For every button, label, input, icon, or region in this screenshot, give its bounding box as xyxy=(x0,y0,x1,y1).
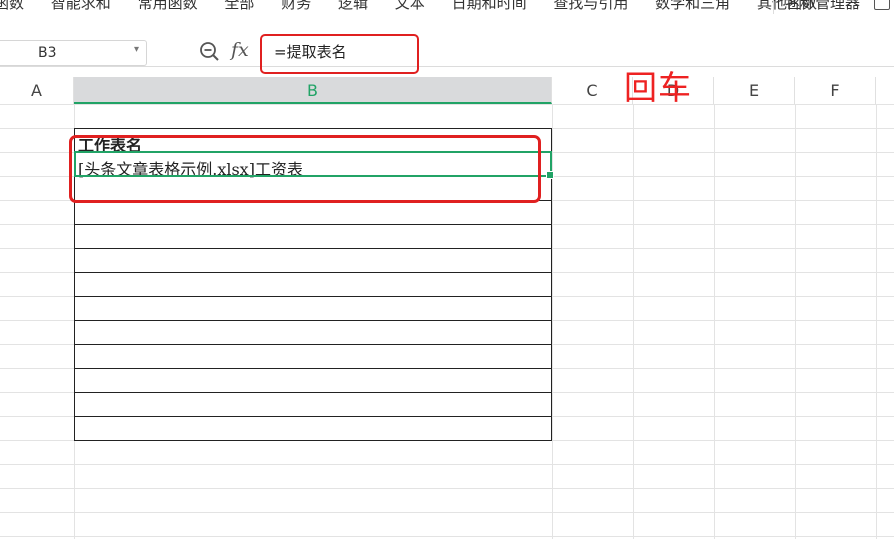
column-header-f[interactable]: F xyxy=(795,77,876,104)
ribbon-overflow-icon[interactable] xyxy=(874,0,890,10)
spreadsheet-grid[interactable]: 工作表名 [头条文章表格示例.xlsx]工资表 xyxy=(0,104,894,539)
name-box[interactable]: B3 ▾ xyxy=(0,40,147,66)
formula-bar: B3 ▾ fx =提取表名 xyxy=(0,22,894,74)
ribbon-item-common[interactable]: 常用函数 xyxy=(138,0,198,12)
fill-handle[interactable] xyxy=(546,171,554,179)
ribbon-item-all[interactable]: 全部 xyxy=(224,0,254,12)
formula-highlight-box xyxy=(260,34,419,74)
name-manager-button[interactable]: 名称管理器 xyxy=(785,0,860,13)
ribbon-item-math[interactable]: 数学和三角 xyxy=(655,0,730,12)
ribbon-items: 函数 智能求和 常用函数 全部 财务 逻辑 文本 日期和时间 查找与引用 数学和… xyxy=(0,0,839,13)
column-header-e[interactable]: E xyxy=(714,77,795,104)
column-header-c[interactable]: C xyxy=(552,77,633,104)
column-header-b[interactable]: B xyxy=(74,77,552,104)
zoom-out-icon[interactable] xyxy=(199,41,221,63)
ribbon-item-finance[interactable]: 财务 xyxy=(281,0,311,12)
function-ribbon: 函数 智能求和 常用函数 全部 财务 逻辑 文本 日期和时间 查找与引用 数学和… xyxy=(0,0,894,14)
name-box-value: B3 xyxy=(38,45,57,61)
column-headers: A B C D E F xyxy=(0,77,894,105)
enter-annotation: 回车 xyxy=(624,68,692,107)
ribbon-item-autosum[interactable]: 智能求和 xyxy=(51,0,111,12)
column-header-a[interactable]: A xyxy=(0,77,74,104)
ribbon-separator xyxy=(773,0,774,14)
ribbon-item-text[interactable]: 文本 xyxy=(395,0,425,12)
chevron-down-icon[interactable]: ▾ xyxy=(134,44,139,55)
ribbon-item-functions[interactable]: 函数 xyxy=(0,0,24,12)
ribbon-item-logic[interactable]: 逻辑 xyxy=(338,0,368,12)
cell-highlight-box xyxy=(69,135,541,203)
ribbon-item-lookup[interactable]: 查找与引用 xyxy=(553,0,628,12)
ribbon-item-datetime[interactable]: 日期和时间 xyxy=(452,0,527,12)
fx-icon[interactable]: fx xyxy=(231,39,249,61)
